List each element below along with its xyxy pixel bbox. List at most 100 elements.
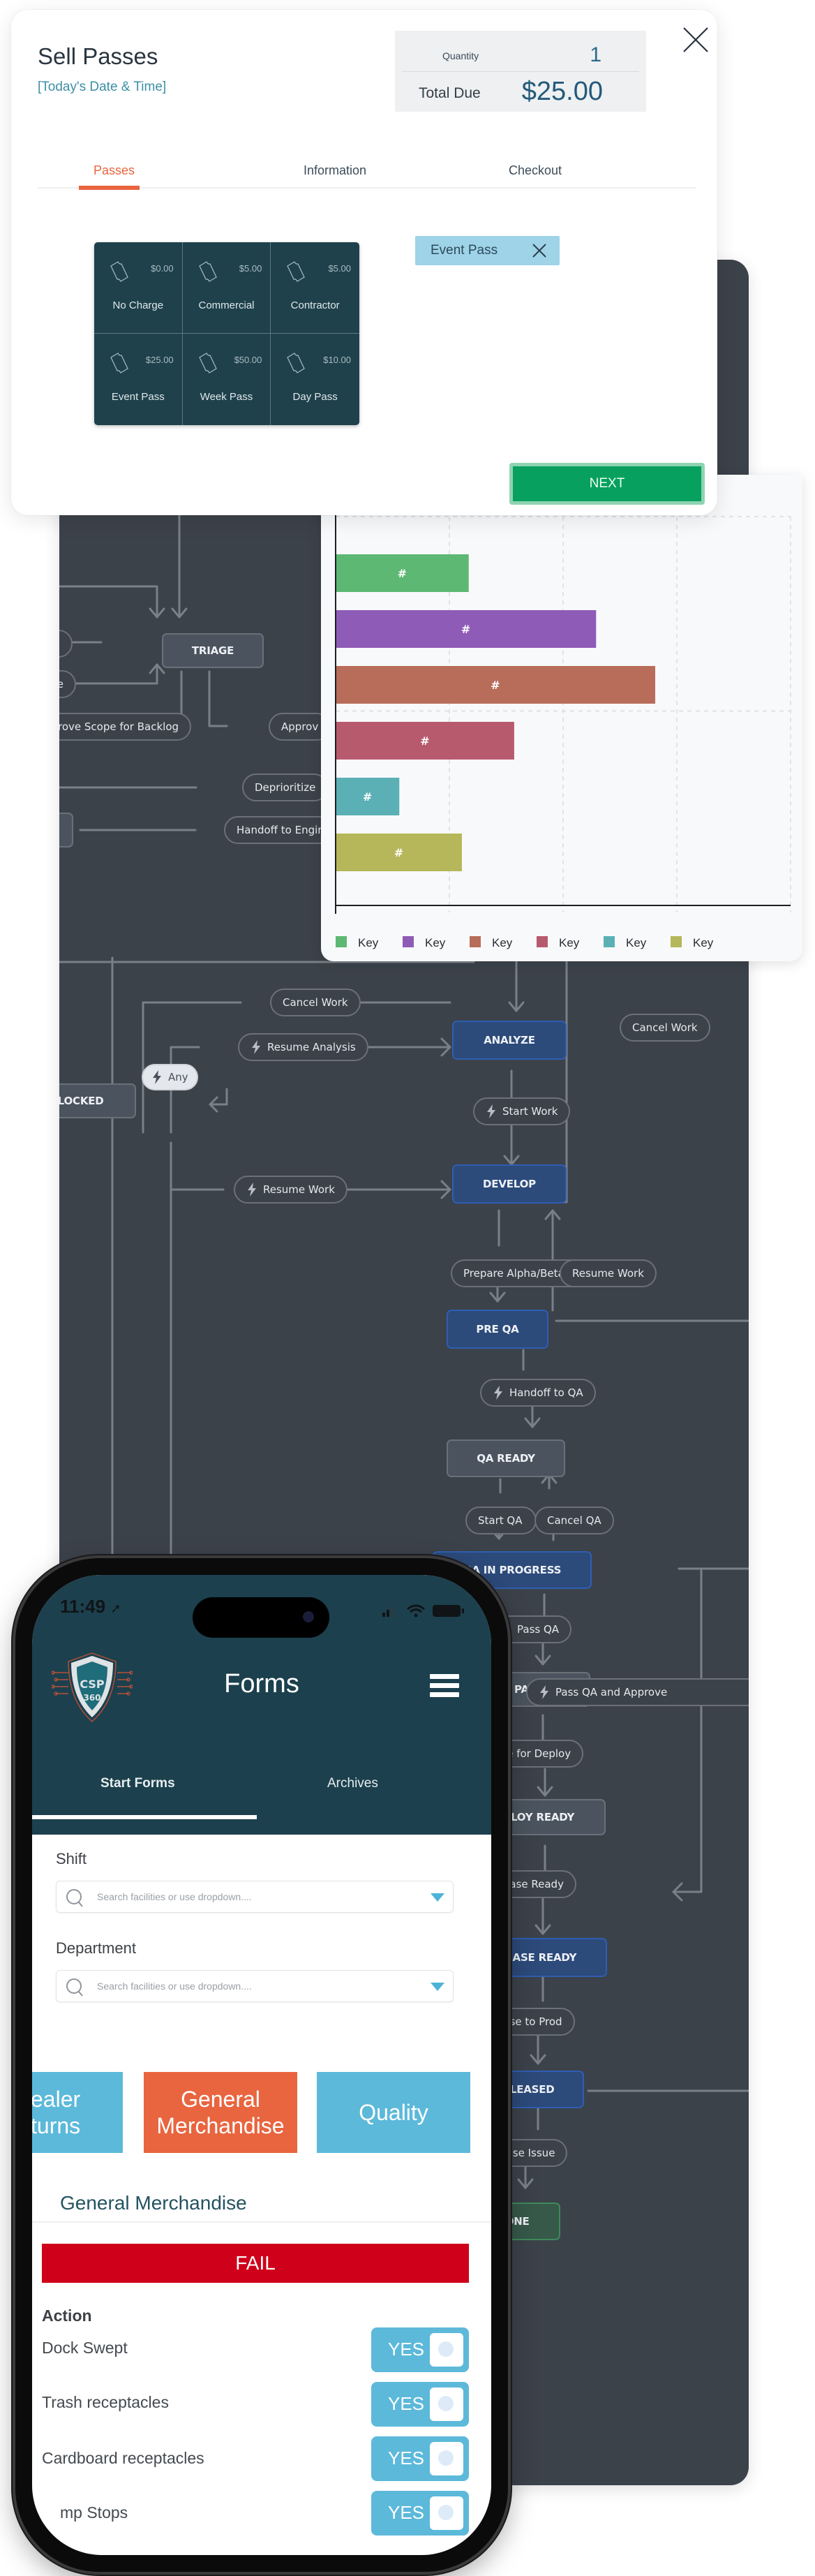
toggle-knob bbox=[430, 2333, 463, 2367]
legend-label: Key bbox=[559, 936, 580, 949]
transition-start-qa[interactable]: Start QA bbox=[465, 1507, 537, 1534]
total-due-label: Total Due bbox=[419, 85, 481, 101]
wifi-icon bbox=[407, 1604, 425, 1618]
bar-value-label: # bbox=[461, 623, 470, 636]
remove-icon[interactable] bbox=[532, 243, 547, 258]
node-qa-ready[interactable]: QA READY bbox=[447, 1439, 565, 1477]
pass-price: $5.00 bbox=[239, 263, 262, 274]
node-blocked[interactable]: BLOCKED bbox=[59, 1083, 136, 1118]
legend-swatch bbox=[336, 936, 347, 947]
transition-any[interactable]: Any bbox=[142, 1064, 198, 1090]
legend-swatch bbox=[537, 936, 548, 947]
legend-label: Key bbox=[693, 936, 714, 949]
bolt-icon bbox=[252, 1040, 260, 1054]
bar-chart-panel: # # # # # # Key Key Key Key Key Key bbox=[321, 475, 802, 961]
transition-start-work-main[interactable]: Start Work bbox=[473, 1097, 571, 1125]
toggle-cardboard-receptacles[interactable]: YES bbox=[371, 2436, 469, 2481]
tab-archives[interactable]: Archives bbox=[327, 1776, 378, 1791]
node-triage[interactable]: TRIAGE bbox=[162, 633, 264, 668]
department-dealer-returns[interactable]: ealer turns bbox=[32, 2072, 123, 2153]
check-label-cardboard-receptacles: Cardboard receptacles bbox=[42, 2449, 204, 2467]
connector bbox=[59, 585, 158, 619]
department-label: Department bbox=[56, 1939, 136, 1957]
toggle-dock-swept[interactable]: YES bbox=[371, 2327, 469, 2372]
bar-value-label: # bbox=[394, 846, 403, 859]
app-title: Forms bbox=[224, 1669, 299, 1698]
pass-option-event-pass[interactable]: $25.00 Event Pass bbox=[94, 334, 183, 425]
transition-resume-analysis[interactable]: Resume Analysis bbox=[238, 1033, 368, 1061]
department-search-input[interactable]: Search facilities or use dropdown.... bbox=[56, 1970, 454, 2002]
bolt-icon bbox=[540, 1685, 548, 1699]
menu-icon[interactable] bbox=[430, 1674, 459, 1701]
tab-information[interactable]: Information bbox=[304, 163, 366, 178]
tab-checkout[interactable]: Checkout bbox=[509, 163, 562, 178]
transition-handoff-to-qa[interactable]: Handoff to QA bbox=[480, 1379, 596, 1407]
ticket-icon bbox=[198, 353, 217, 373]
pass-option-commercial[interactable]: $5.00 Commercial bbox=[182, 242, 271, 334]
dropdown-caret-icon[interactable] bbox=[431, 1893, 444, 1902]
check-label-trash-receptacles: Trash receptacles bbox=[42, 2393, 169, 2411]
transition-resume-work[interactable]: Resume Work bbox=[560, 1259, 657, 1287]
pass-name: Contractor bbox=[290, 299, 340, 311]
pass-name: Week Pass bbox=[200, 391, 253, 403]
transition-deprioritize[interactable]: Deprioritize bbox=[242, 773, 329, 801]
connector bbox=[208, 670, 228, 727]
bar-value-label: # bbox=[363, 790, 372, 804]
transition-cancel-work-right[interactable]: Cancel Work bbox=[620, 1014, 710, 1042]
bar-value-label: # bbox=[398, 567, 407, 580]
tab-start-forms[interactable]: Start Forms bbox=[100, 1776, 175, 1791]
department-quality[interactable]: Quality bbox=[317, 2072, 470, 2153]
status-time: 11:49 ➚ bbox=[60, 1596, 121, 1617]
bar-value-label: # bbox=[420, 734, 429, 748]
next-button[interactable]: NEXT bbox=[509, 463, 705, 505]
pass-option-no-charge[interactable]: $0.00 No Charge bbox=[94, 242, 183, 334]
shift-search-input[interactable]: Search facilities or use dropdown.... bbox=[56, 1881, 454, 1913]
pass-option-week-pass[interactable]: $50.00 Week Pass bbox=[183, 334, 271, 425]
active-tab-indicator bbox=[32, 1815, 257, 1819]
toggle-trash-receptacles[interactable]: YES bbox=[371, 2382, 469, 2427]
pass-price: $10.00 bbox=[323, 355, 351, 365]
pass-option-contractor[interactable]: $5.00 Contractor bbox=[271, 242, 359, 334]
legend-label: Key bbox=[358, 936, 379, 949]
node-develop[interactable]: DEVELOP bbox=[452, 1164, 567, 1204]
pass-type-grid: $0.00 No Charge $5.00 Commercial $5.00 C… bbox=[94, 242, 359, 425]
node-analyze[interactable]: ANALYZE bbox=[452, 1021, 567, 1060]
legend-swatch bbox=[671, 936, 682, 947]
toggle-knob bbox=[430, 2388, 463, 2421]
modal-title: Sell Passes bbox=[38, 43, 158, 69]
toggle-knob bbox=[430, 2442, 463, 2475]
dropdown-caret-icon[interactable] bbox=[431, 1983, 444, 1991]
bolt-icon bbox=[153, 1070, 161, 1084]
dynamic-island bbox=[193, 1597, 329, 1638]
toggle-ramp-stops[interactable]: YES bbox=[371, 2491, 469, 2536]
selected-pass-chip: Event Pass bbox=[415, 236, 560, 265]
tab-passes[interactable]: Passes bbox=[94, 163, 135, 178]
connector bbox=[672, 1567, 703, 1893]
node-pre-qa[interactable]: PRE QA bbox=[447, 1310, 548, 1349]
transition-approve-scope-backlog[interactable]: rove Scope for Backlog bbox=[59, 713, 192, 741]
status-icons bbox=[382, 1604, 464, 1618]
section-divider bbox=[32, 2221, 491, 2223]
bolt-icon bbox=[494, 1386, 502, 1400]
bar-chart: # # # # # # Key Key Key Key Key Key bbox=[335, 475, 791, 949]
pass-name: Commercial bbox=[198, 299, 255, 311]
legend-swatch bbox=[403, 936, 414, 947]
active-tab-indicator bbox=[79, 186, 140, 190]
pass-price: $5.00 bbox=[328, 263, 351, 274]
transition-pass-qa-approve[interactable]: Pass QA and Approve bbox=[526, 1678, 749, 1706]
close-icon[interactable] bbox=[681, 25, 710, 54]
department-placeholder: Search facilities or use dropdown.... bbox=[97, 1981, 252, 1992]
shift-label: Shift bbox=[56, 1850, 87, 1867]
phone-mockup: 11:49 ➚ CSP 360 Forms Start Forms Archiv… bbox=[15, 1558, 508, 2572]
pass-price: $50.00 bbox=[234, 355, 262, 365]
quantity-label: Quantity bbox=[442, 50, 479, 61]
node-backlog[interactable] bbox=[59, 813, 73, 847]
pass-price: $0.00 bbox=[151, 263, 174, 274]
search-icon bbox=[66, 1978, 83, 1997]
pass-option-day-pass[interactable]: $10.00 Day Pass bbox=[271, 334, 359, 425]
transition-cancel-work-left[interactable]: Cancel Work bbox=[270, 989, 361, 1016]
department-general-merchandise[interactable]: General Merchandise bbox=[144, 2072, 297, 2153]
transition-cancel-qa[interactable]: Cancel QA bbox=[534, 1507, 614, 1534]
selected-pass-label: Event Pass bbox=[431, 243, 498, 258]
transition-resume-work-blocked[interactable]: Resume Work bbox=[234, 1176, 347, 1204]
